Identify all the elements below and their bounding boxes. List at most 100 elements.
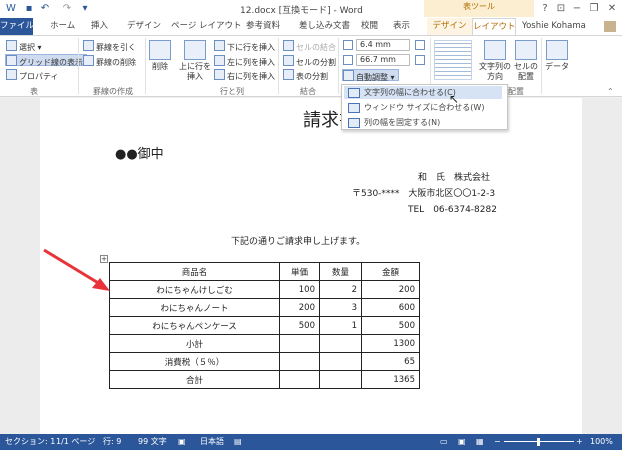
restore-button[interactable]: ❐ (586, 1, 602, 16)
redo-icon[interactable]: ↷ (60, 2, 74, 15)
status-page[interactable]: 1/1 ページ (56, 434, 95, 450)
table-cell[interactable] (319, 352, 362, 371)
table-cell[interactable]: 1300 (361, 334, 420, 353)
collapse-ribbon-icon[interactable]: ⌃ (607, 87, 614, 96)
distribute-columns-icon[interactable] (415, 55, 425, 65)
avatar[interactable] (604, 21, 616, 32)
menu-item-fixed-column-width[interactable]: 列の幅を固定する(N) (344, 116, 502, 129)
table-cell[interactable]: 2 (319, 280, 362, 299)
table-cell[interactable]: 500 (361, 316, 420, 335)
table-cell[interactable]: 小計 (109, 334, 280, 353)
table-cell[interactable]: 消費税（５％） (109, 352, 280, 371)
tab-references[interactable]: 参考資料 (246, 18, 280, 35)
user-account[interactable]: Yoshie Kohama (522, 18, 586, 35)
close-button[interactable]: ✕ (604, 1, 620, 16)
macro-record-icon[interactable]: ▤ (234, 434, 242, 450)
draw-table-button[interactable]: 罫線を引く (83, 40, 136, 52)
cell-margins-icon (515, 40, 537, 60)
split-cells-icon (283, 55, 294, 66)
menu-item-autofit-contents[interactable]: 文字列の幅に合わせる(C) (344, 86, 502, 99)
table-cell[interactable]: わにちゃんノート (109, 298, 280, 317)
undo-icon[interactable]: ↶ (38, 2, 52, 15)
table-cell[interactable] (279, 370, 320, 389)
insert-above-button[interactable]: 上に行を挿入 (178, 40, 212, 82)
tab-file[interactable]: ファイル (0, 18, 34, 35)
distribute-rows-icon[interactable] (415, 40, 425, 50)
split-table-button[interactable]: 表の分割 (283, 69, 328, 81)
table-cell[interactable]: 65 (361, 352, 420, 371)
tab-table-design[interactable]: デザイン (427, 18, 472, 35)
table-cell[interactable]: 3 (319, 298, 362, 317)
table-cell[interactable] (319, 370, 362, 389)
properties-button[interactable]: プロパティ (6, 69, 59, 81)
table-cell[interactable]: 1 (319, 316, 362, 335)
table-cell[interactable]: 600 (361, 298, 420, 317)
merge-cells-button[interactable]: セルの結合 (283, 40, 336, 52)
table-cell[interactable]: 合計 (109, 370, 280, 389)
customize-qat-icon[interactable]: ▾ (78, 2, 92, 15)
insert-below-button[interactable]: 下に行を挿入 (214, 40, 275, 52)
text-direction-button[interactable]: 文字列の方向 (476, 40, 514, 82)
group-label-alignment: 配置 (508, 87, 524, 96)
select-button[interactable]: 選択 ▾ (6, 40, 42, 52)
tab-review[interactable]: 校閲 (361, 18, 378, 35)
help-button[interactable]: ? (537, 1, 553, 16)
fixed-width-icon (348, 118, 360, 128)
zoom-in-icon[interactable]: + (576, 434, 583, 450)
table-header-cell[interactable]: 単価 (279, 262, 320, 281)
status-word-count[interactable]: 99 文字 (138, 434, 167, 450)
minimize-button[interactable]: − (569, 1, 585, 16)
mouse-cursor-icon: ↖ (449, 92, 460, 106)
table-header-row: 商品名 単価 数量 金額 (109, 262, 420, 281)
split-cells-button[interactable]: セルの分割 (283, 55, 336, 67)
table-cell[interactable]: 200 (361, 280, 420, 299)
table-cell[interactable]: わにちゃんけしごむ (109, 280, 280, 299)
tab-home[interactable]: ホーム (50, 18, 75, 35)
web-layout-icon[interactable]: ▦ (476, 434, 484, 450)
autofit-button[interactable]: 自動調整 ▾ (342, 69, 399, 82)
column-width-input[interactable]: 66.7 mm (356, 54, 410, 66)
view-gridlines-button[interactable]: グリッド線の表示 (5, 54, 87, 67)
tab-design[interactable]: デザイン (127, 18, 161, 35)
select-icon (6, 40, 17, 51)
status-line: 行: 9 (103, 437, 122, 446)
tab-insert[interactable]: 挿入 (91, 18, 108, 35)
table-header-cell[interactable]: 金額 (361, 262, 420, 281)
menu-item-autofit-window[interactable]: ウィンドウ サイズに合わせる(W) (344, 101, 502, 114)
proofing-icon[interactable]: ▣ (178, 434, 186, 450)
ribbon-display-icon[interactable]: ⊡ (553, 1, 569, 16)
data-button[interactable]: データ (545, 40, 569, 72)
read-mode-icon[interactable]: ▭ (440, 434, 448, 450)
eraser-icon (83, 55, 94, 66)
text-direction-icon (484, 40, 506, 60)
tab-table-layout[interactable]: レイアウト (472, 18, 516, 35)
zoom-slider-thumb[interactable] (537, 438, 540, 446)
table-cell[interactable]: 500 (279, 316, 320, 335)
cell-margins-button[interactable]: セルの配置 (514, 40, 538, 82)
insert-right-button[interactable]: 右に列を挿入 (214, 69, 275, 81)
tab-page-layout[interactable]: ページ レイアウト (171, 18, 242, 35)
table-cell[interactable]: わにちゃんペンケース (109, 316, 280, 335)
delete-button[interactable]: 削除 (148, 40, 172, 72)
zoom-level[interactable]: 100% (590, 434, 613, 450)
table-cell[interactable] (319, 334, 362, 353)
table-cell[interactable]: 100 (279, 280, 320, 299)
table-header-cell[interactable]: 商品名 (109, 262, 280, 281)
row-height-icon (343, 40, 353, 50)
invoice-table[interactable]: 商品名 単価 数量 金額 わにちゃんけしごむ 100 2 200 わにちゃんノー… (109, 262, 420, 389)
insert-left-button[interactable]: 左に列を挿入 (214, 55, 275, 67)
table-header-cell[interactable]: 数量 (319, 262, 362, 281)
cell-alignment-grid-icon[interactable] (434, 40, 472, 80)
table-cell[interactable]: 1365 (361, 370, 420, 389)
save-icon[interactable]: ▪ (22, 2, 36, 15)
table-cell[interactable]: 200 (279, 298, 320, 317)
table-cell[interactable] (279, 352, 320, 371)
row-height-input[interactable]: 6.4 mm (356, 39, 410, 51)
tab-mailings[interactable]: 差し込み文書 (299, 18, 350, 35)
tab-view[interactable]: 表示 (393, 18, 410, 35)
status-language[interactable]: 日本語 (200, 434, 224, 450)
table-cell[interactable] (279, 334, 320, 353)
print-layout-icon[interactable]: ▣ (458, 434, 466, 450)
eraser-button[interactable]: 罫線の削除 (83, 55, 136, 67)
zoom-out-icon[interactable]: − (494, 434, 501, 450)
